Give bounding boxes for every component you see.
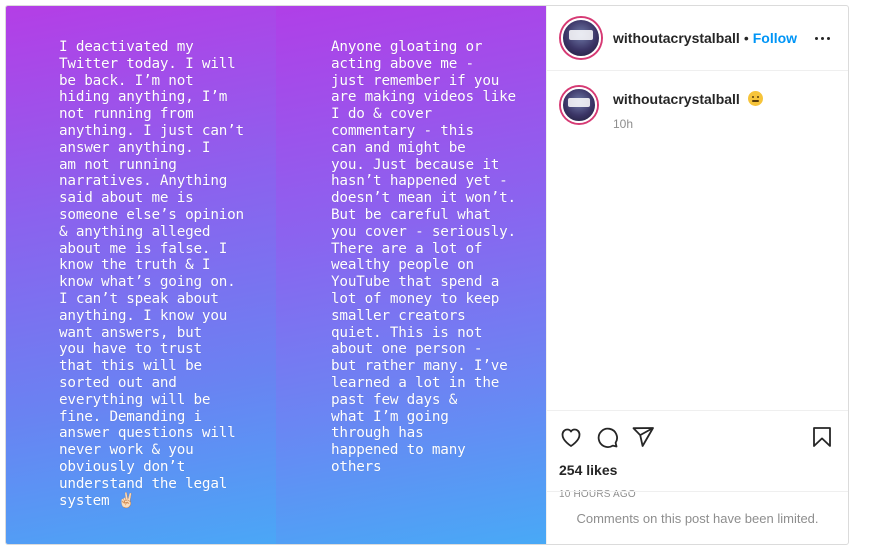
comment-icon[interactable] <box>595 425 619 449</box>
caption-username[interactable]: withoutacrystalball <box>613 91 740 107</box>
avatar[interactable] <box>561 18 601 58</box>
share-icon[interactable] <box>631 425 655 449</box>
bookmark-icon[interactable] <box>810 425 834 449</box>
header-username[interactable]: withoutacrystalball <box>613 30 740 46</box>
post-header: withoutacrystalball • Follow <box>547 6 848 71</box>
comments-limited-notice: Comments on this post have been limited. <box>547 491 848 544</box>
story-text-left: I deactivated my Twitter today. I will b… <box>59 39 244 509</box>
caption-avatar[interactable] <box>561 87 597 123</box>
story-text-right: Anyone gloating or acting above me - jus… <box>331 39 516 475</box>
comments-section: withoutacrystalball 10h <box>547 71 848 410</box>
action-bar <box>559 415 834 459</box>
post-side-panel: withoutacrystalball • Follow withoutacry… <box>546 6 848 544</box>
story-screenshot-right: Anyone gloating or acting above me - jus… <box>276 6 546 544</box>
instagram-post: I deactivated my Twitter today. I will b… <box>5 5 849 545</box>
more-options-icon[interactable] <box>811 33 834 44</box>
likes-count[interactable]: 254 likes <box>559 462 834 478</box>
story-screenshot-left: I deactivated my Twitter today. I will b… <box>6 6 276 544</box>
actions-area: 254 likes 10 HOURS AGO <box>547 410 848 500</box>
caption-timestamp[interactable]: 10h <box>613 117 763 131</box>
heart-icon[interactable] <box>559 425 583 449</box>
post-media[interactable]: I deactivated my Twitter today. I will b… <box>6 6 546 544</box>
zipper-mouth-emoji-icon <box>747 91 763 106</box>
separator-dot: • <box>743 30 749 46</box>
follow-button[interactable]: Follow <box>753 30 797 46</box>
caption: withoutacrystalball 10h <box>559 85 832 131</box>
